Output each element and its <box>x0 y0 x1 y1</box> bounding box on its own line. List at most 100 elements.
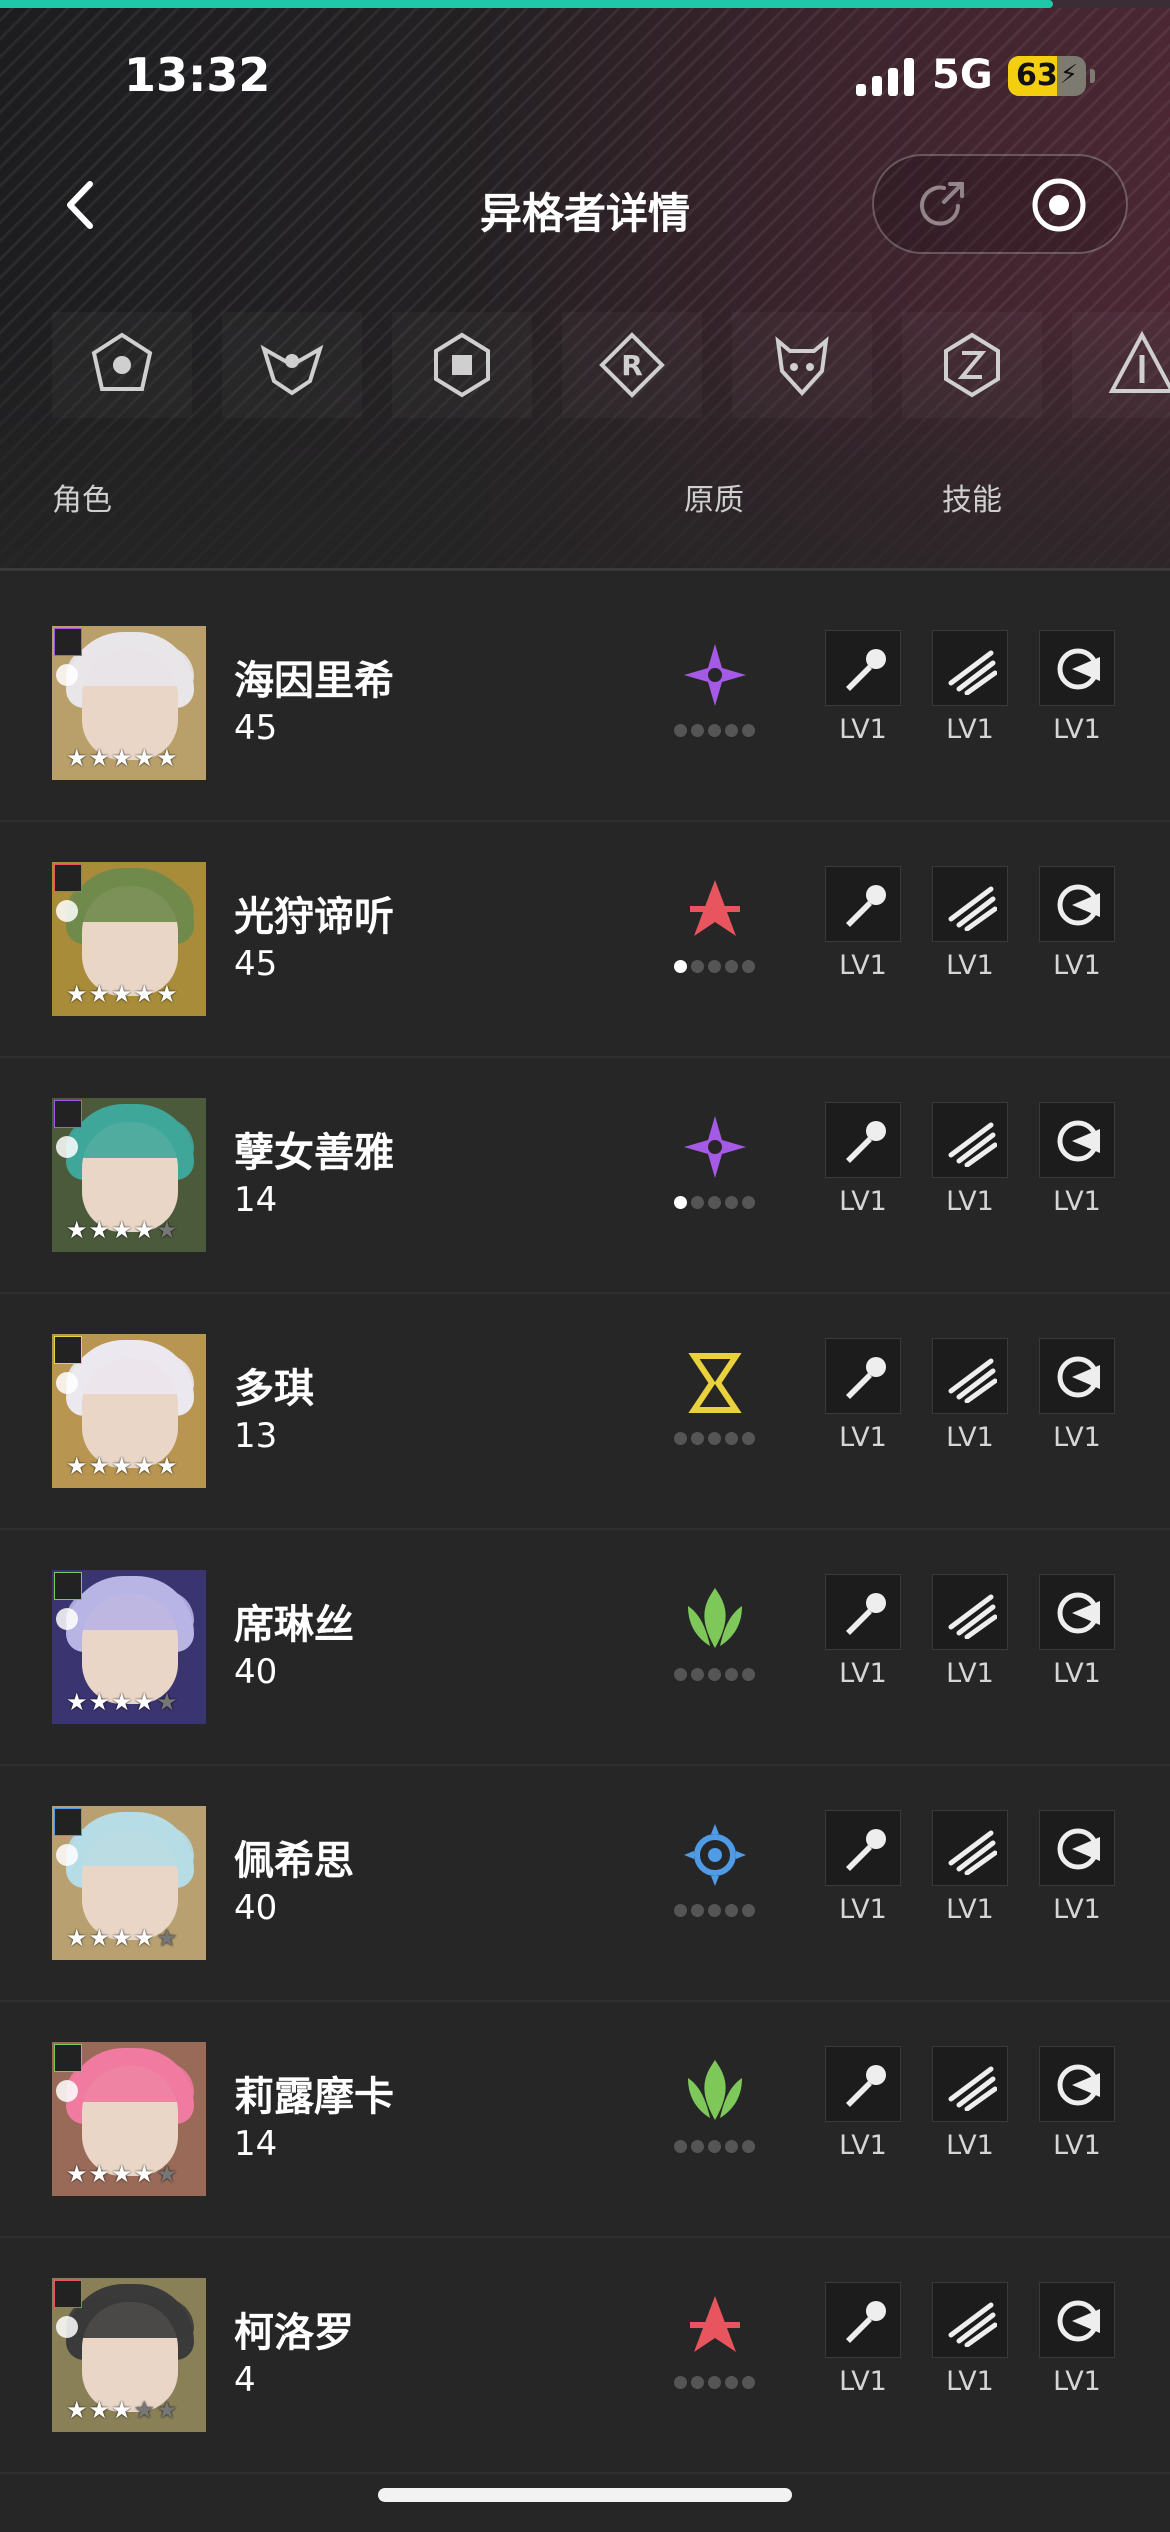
skill-slot[interactable]: LV1 <box>932 1102 1008 1217</box>
faction-emblem-icon <box>1108 331 1170 393</box>
character-row[interactable]: ★ ★ ★ ★ ★ 柯洛罗 4 LV1 LV1 LV1 <box>0 2238 1170 2474</box>
quality-dot <box>725 1668 738 1681</box>
quality-dot <box>708 2140 721 2153</box>
character-avatar[interactable]: ★ ★ ★ ★ ★ <box>52 1806 206 1960</box>
skill-slot[interactable]: LV1 <box>825 2282 901 2397</box>
skill-slot[interactable]: LV1 <box>825 1810 901 1925</box>
skill-slot[interactable]: LV1 <box>825 1338 901 1453</box>
character-row[interactable]: ★ ★ ★ ★ ★ 海因里希 45 LV1 LV1 LV1 <box>0 586 1170 822</box>
nav-bar: 异格者详情 <box>0 150 1170 260</box>
character-level: 14 <box>234 2124 278 2164</box>
quality-dot <box>725 2140 738 2153</box>
quality-dots <box>674 1432 760 1446</box>
faction-filter-item[interactable]: R <box>562 312 702 418</box>
star-rating: ★ ★ ★ ★ ★ <box>66 1454 194 1478</box>
character-avatar[interactable]: ★ ★ ★ ★ ★ <box>52 626 206 780</box>
skill-level: LV1 <box>1053 2130 1101 2161</box>
quality-dot <box>674 1196 687 1209</box>
skill-level: LV1 <box>1053 1186 1101 1217</box>
skill-slot[interactable]: LV1 <box>1039 866 1115 981</box>
faction-filter-item[interactable] <box>902 312 1042 418</box>
skill-slot[interactable]: LV1 <box>825 630 901 745</box>
skill-level: LV1 <box>946 1658 994 1689</box>
skill-icon <box>846 1593 886 1635</box>
character-row[interactable]: ★ ★ ★ ★ ★ 多琪 13 LV1 LV1 LV1 <box>0 1294 1170 1530</box>
quality-dot <box>691 1904 704 1917</box>
skill-slot[interactable]: LV1 <box>932 1810 1008 1925</box>
skill-slot[interactable]: LV1 <box>1039 1574 1115 1689</box>
skill-slot[interactable]: LV1 <box>932 630 1008 745</box>
skill-icon <box>948 1594 997 1639</box>
skill-level: LV1 <box>946 2366 994 2397</box>
quality-dots <box>674 960 760 974</box>
skill-icon <box>1057 1828 1100 1870</box>
close-target-icon[interactable] <box>1030 176 1088 234</box>
skill-slot[interactable]: LV1 <box>932 866 1008 981</box>
star-icon: ★ <box>111 1688 133 1716</box>
character-avatar[interactable]: ★ ★ ★ ★ ★ <box>52 1570 206 1724</box>
skill-slot[interactable]: LV1 <box>825 1102 901 1217</box>
share-icon[interactable] <box>914 176 972 234</box>
character-row[interactable]: ★ ★ ★ ★ ★ 席琳丝 40 LV1 LV1 LV1 <box>0 1530 1170 1766</box>
skill-slot[interactable]: LV1 <box>932 1338 1008 1453</box>
skill-level: LV1 <box>839 950 887 981</box>
class-badge-icon <box>56 1844 78 1866</box>
skill-icon-box <box>1039 1810 1115 1886</box>
star-icon: ★ <box>133 1924 156 1952</box>
skill-slot[interactable]: LV1 <box>932 2282 1008 2397</box>
skill-slot[interactable]: LV1 <box>1039 2282 1115 2397</box>
skill-icon-box <box>932 2282 1008 2358</box>
element-badge-icon <box>54 864 82 892</box>
faction-filter-item[interactable] <box>1072 312 1170 418</box>
skill-level: LV1 <box>946 1422 994 1453</box>
skill-level: LV1 <box>946 2130 994 2161</box>
faction-filter-item[interactable] <box>732 312 872 418</box>
star-icon: ★ <box>133 2160 156 2188</box>
star-icon: ★ <box>66 1688 88 1716</box>
skill-icon <box>948 2302 997 2347</box>
character-row[interactable]: ★ ★ ★ ★ ★ 佩希思 40 LV1 LV1 LV1 <box>0 1766 1170 2002</box>
star-icon: ★ <box>88 1216 111 1244</box>
skill-level: LV1 <box>839 2130 887 2161</box>
star-icon: ★ <box>156 2396 178 2424</box>
skill-slot[interactable]: LV1 <box>1039 2046 1115 2161</box>
skill-icon-box <box>932 630 1008 706</box>
faction-filter-item[interactable] <box>392 312 532 418</box>
star-icon: ★ <box>111 2396 133 2424</box>
star-icon: ★ <box>133 744 156 772</box>
class-badge-icon <box>56 2316 78 2338</box>
star-icon: ★ <box>88 2396 111 2424</box>
character-row[interactable]: ★ ★ ★ ★ ★ 孽女善雅 14 LV1 LV1 LV1 <box>0 1058 1170 1294</box>
character-avatar[interactable]: ★ ★ ★ ★ ★ <box>52 2278 206 2432</box>
star-icon: ★ <box>133 1452 156 1480</box>
faction-filter-item[interactable] <box>52 312 192 418</box>
skill-slot[interactable]: LV1 <box>1039 1102 1115 1217</box>
character-row[interactable]: ★ ★ ★ ★ ★ 光狩谛听 45 LV1 LV1 LV1 <box>0 822 1170 1058</box>
character-avatar[interactable]: ★ ★ ★ ★ ★ <box>52 2042 206 2196</box>
skill-level: LV1 <box>839 1658 887 1689</box>
character-avatar[interactable]: ★ ★ ★ ★ ★ <box>52 862 206 1016</box>
skill-slot[interactable]: LV1 <box>932 2046 1008 2161</box>
skill-slot[interactable]: LV1 <box>932 1574 1008 1689</box>
character-row[interactable]: ★ ★ ★ ★ ★ 莉露摩卡 14 LV1 LV1 LV1 <box>0 2002 1170 2238</box>
star-icon: ★ <box>66 1452 88 1480</box>
battery-percent: 63 <box>1016 58 1058 93</box>
avatar-fringe <box>66 882 194 922</box>
quality-dot <box>691 724 704 737</box>
skill-level: LV1 <box>1053 2366 1101 2397</box>
star-icon: ★ <box>88 1452 111 1480</box>
skill-slot[interactable]: LV1 <box>1039 1810 1115 1925</box>
skill-level: LV1 <box>1053 1422 1101 1453</box>
skill-level: LV1 <box>839 1422 887 1453</box>
skill-slot[interactable]: LV1 <box>825 1574 901 1689</box>
character-avatar[interactable]: ★ ★ ★ ★ ★ <box>52 1334 206 1488</box>
character-avatar[interactable]: ★ ★ ★ ★ ★ <box>52 1098 206 1252</box>
quality-dot <box>725 2376 738 2389</box>
skill-slot[interactable]: LV1 <box>1039 630 1115 745</box>
skill-slot[interactable]: LV1 <box>825 866 901 981</box>
skill-icon-box <box>1039 2046 1115 2122</box>
quality-dot <box>708 2376 721 2389</box>
faction-filter-item[interactable] <box>222 312 362 418</box>
skill-slot[interactable]: LV1 <box>825 2046 901 2161</box>
skill-slot[interactable]: LV1 <box>1039 1338 1115 1453</box>
